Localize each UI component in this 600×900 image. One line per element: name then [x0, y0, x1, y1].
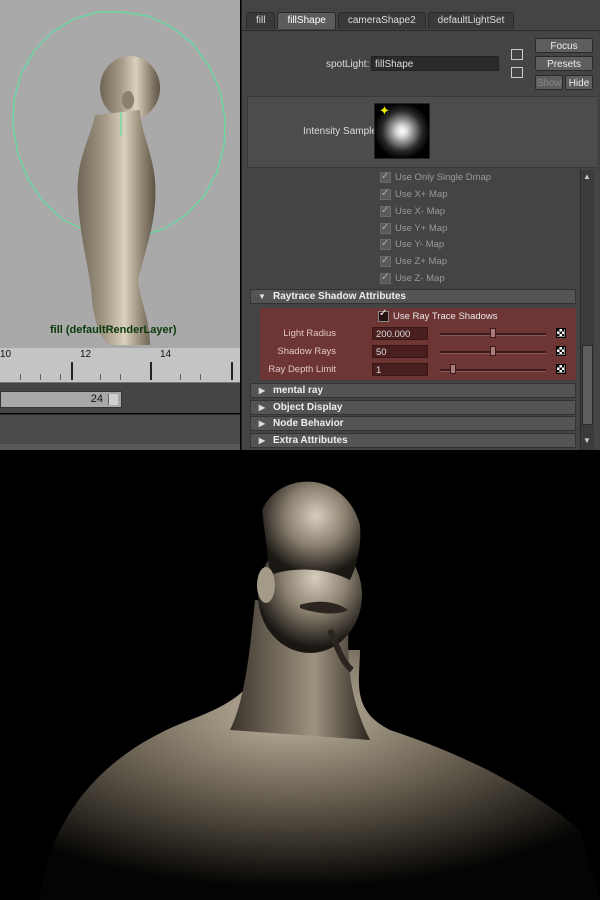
slider-handle[interactable]: [450, 364, 456, 374]
collapsed-arrow-icon: ▶: [258, 386, 266, 395]
checkbox-use-y-plus-map[interactable]: ✓ Use Y+ Map: [380, 221, 447, 236]
expanded-arrow-icon: ▼: [258, 292, 266, 301]
tick-label: 12: [80, 349, 92, 360]
tick-label: 10: [0, 349, 12, 360]
attribute-scrollbar[interactable]: ▲ ▼: [580, 170, 594, 450]
key-tick: [150, 362, 152, 380]
key-tick: [71, 362, 73, 380]
checkbox-use-x-minus-map[interactable]: ✓ Use X- Map: [380, 204, 445, 219]
checkbox-use-x-plus-map[interactable]: ✓ Use X+ Map: [380, 187, 448, 202]
checkbox-use-y-minus-map[interactable]: ✓ Use Y- Map: [380, 237, 444, 252]
render-view: [0, 450, 600, 900]
light-radius-field[interactable]: 200.000: [372, 327, 428, 340]
tab-fill[interactable]: fill: [246, 12, 276, 29]
collapsed-arrow-icon: ▶: [258, 419, 266, 428]
shadow-rays-slider[interactable]: [440, 346, 546, 356]
render-figure: [40, 481, 600, 900]
slider-handle[interactable]: [490, 346, 496, 356]
presets-button[interactable]: Presets: [535, 56, 593, 71]
section-node-behavior[interactable]: ▶ Node Behavior: [250, 416, 576, 431]
scroll-down-icon[interactable]: ▼: [583, 436, 591, 445]
node-tabs: fill fillShape cameraShape2 defaultLight…: [246, 12, 516, 30]
viewport-scene: [12, 11, 226, 345]
scroll-up-icon[interactable]: ▲: [583, 172, 591, 181]
intensity-sample-panel: Intensity Sample ✦: [247, 96, 599, 168]
ray-depth-limit-field[interactable]: 1: [372, 363, 428, 376]
scroll-thumb[interactable]: [582, 345, 593, 425]
light-radius-label: Light Radius: [283, 328, 336, 339]
shadow-rays-field[interactable]: 50: [372, 345, 428, 358]
range-slider-bar: 24: [0, 383, 240, 413]
shadow-rays-label: Shadow Rays: [277, 346, 336, 357]
ray-depth-limit-map-icon[interactable]: [556, 364, 566, 374]
checkbox-use-z-minus-map[interactable]: ✓ Use Z- Map: [380, 271, 445, 286]
character-model[interactable]: [77, 56, 160, 345]
tab-camerashape2[interactable]: cameraShape2: [337, 12, 426, 29]
key-tick: [231, 362, 233, 380]
tab-fillshape[interactable]: fillShape: [277, 12, 336, 29]
3d-viewport[interactable]: fill (defaultRenderLayer): [0, 0, 240, 348]
current-frame-value: 24: [90, 393, 103, 405]
spotlight-name-field[interactable]: fillShape: [371, 56, 499, 71]
checkbox-use-only-single-dmap[interactable]: ✓ Use Only Single Dmap: [380, 170, 491, 185]
light-bulb-icon: ✦: [379, 103, 390, 118]
collapsed-arrow-icon: ▶: [258, 436, 266, 445]
light-radius-map-icon[interactable]: [556, 328, 566, 338]
select-input-icon[interactable]: [511, 49, 523, 60]
section-extra-attributes[interactable]: ▶ Extra Attributes: [250, 433, 576, 448]
section-raytrace-shadow[interactable]: ▼ Raytrace Shadow Attributes: [250, 289, 576, 304]
ray-depth-limit-slider[interactable]: [440, 364, 546, 374]
shadow-rays-map-icon[interactable]: [556, 346, 566, 356]
spotlight-label: spotLight:: [326, 59, 370, 70]
attribute-scroll-area[interactable]: ✓ Use Only Single Dmap ✓ Use X+ Map ✓ Use X…: [250, 170, 576, 450]
checkbox-use-z-plus-map[interactable]: ✓ Use Z+ Map: [380, 254, 447, 269]
render-image: [40, 481, 600, 900]
ray-depth-limit-label: Ray Depth Limit: [268, 364, 336, 375]
collapsed-arrow-icon: ▶: [258, 403, 266, 412]
light-radius-slider[interactable]: [440, 328, 546, 338]
intensity-sample-label: Intensity Sample: [303, 126, 377, 137]
slider-handle[interactable]: [490, 328, 496, 338]
attribute-editor: fill fillShape cameraShape2 defaultLight…: [241, 0, 600, 450]
tick-label: 14: [160, 349, 172, 360]
checkbox-use-ray-trace-shadows[interactable]: ✓ Use Ray Trace Shadows: [378, 308, 498, 322]
hide-button[interactable]: Hide: [565, 75, 593, 90]
select-output-icon[interactable]: [511, 67, 523, 78]
current-frame-field[interactable]: 24: [0, 391, 122, 408]
show-button[interactable]: Show: [535, 75, 563, 90]
command-line[interactable]: [0, 414, 240, 445]
camera-label: fill (defaultRenderLayer): [50, 324, 177, 336]
raytrace-attributes-block: ✓ Use Ray Trace Shadows Light Radius 200.…: [260, 308, 576, 380]
time-slider[interactable]: 10 12 14: [0, 348, 240, 383]
tab-defaultlightset[interactable]: defaultLightSet: [427, 12, 515, 29]
section-object-display[interactable]: ▶ Object Display: [250, 400, 576, 415]
frame-spinner[interactable]: [108, 394, 118, 405]
section-mental-ray[interactable]: ▶ mental ray: [250, 383, 576, 398]
focus-button[interactable]: Focus: [535, 38, 593, 53]
